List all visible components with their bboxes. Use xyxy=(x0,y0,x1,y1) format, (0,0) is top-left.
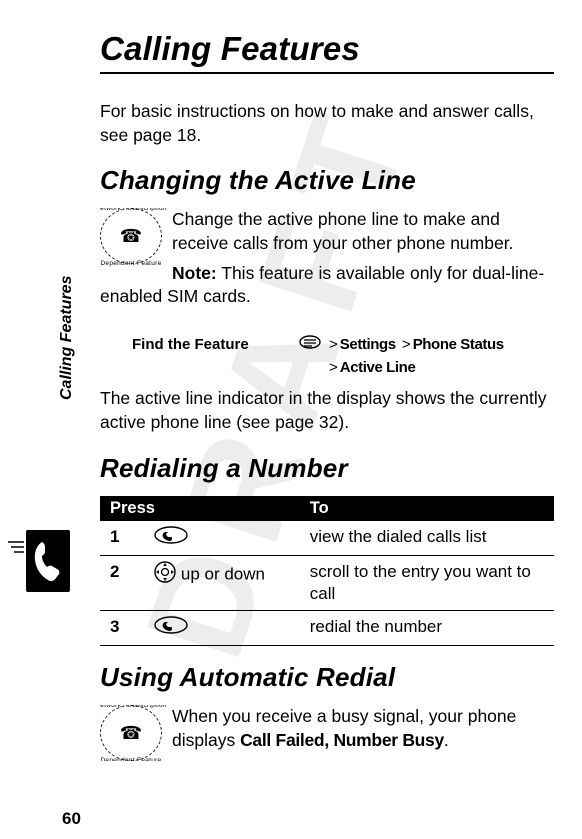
step-number: 1 xyxy=(100,521,144,556)
menu-item-phone-status: Phone Status xyxy=(413,336,504,353)
note-text: This feature is available only for dual-… xyxy=(100,263,544,307)
send-key-icon xyxy=(154,616,188,640)
section3-icon-paragraph: ☎ Network / Subscription Dependent Featu… xyxy=(100,705,554,761)
chapter-title: Calling Features xyxy=(100,30,554,68)
step-number: 3 xyxy=(100,610,144,645)
table-header-to: To xyxy=(300,496,554,521)
section1-icon-paragraph: ☎ Network / Subscription Dependent Featu… xyxy=(100,208,554,323)
section-title-automatic-redial: Using Automatic Redial xyxy=(100,662,554,693)
section1-para1: Change the active phone line to make and… xyxy=(100,208,554,255)
to-cell: scroll to the entry you want to call xyxy=(300,555,554,610)
chapter-title-rule xyxy=(100,72,554,74)
menu-key-icon xyxy=(295,333,327,380)
find-the-feature-path: >Settings >Phone Status >Active Line xyxy=(327,333,504,380)
section3-para: When you receive a busy signal, your pho… xyxy=(100,705,554,752)
section1-para2: The active line indicator in the display… xyxy=(100,387,554,434)
display-message-text: Call Failed, Number Busy xyxy=(240,730,444,750)
section-title-changing-active-line: Changing the Active Line xyxy=(100,165,554,196)
table-row: 2 up or down scroll to the entry you xyxy=(100,555,554,610)
table-header-press: Press xyxy=(100,496,300,521)
intro-paragraph: For basic instructions on how to make an… xyxy=(100,100,554,147)
menu-item-active-line: Active Line xyxy=(340,359,416,376)
section3-para-post: . xyxy=(444,730,449,750)
network-subscription-stamp-icon: ☎ Network / Subscription Dependent Featu… xyxy=(100,705,162,761)
redial-steps-table: Press To 1 view the dialed calls list xyxy=(100,496,554,646)
nav-key-icon xyxy=(154,561,176,589)
step-number: 2 xyxy=(100,555,144,610)
note-label: Note: xyxy=(172,263,217,283)
page-content: Calling Features For basic instructions … xyxy=(0,0,582,839)
to-cell: view the dialed calls list xyxy=(300,521,554,556)
table-row: 3 redial the number xyxy=(100,610,554,645)
find-the-feature-block: Find the Feature >Settings >Phone Status… xyxy=(100,333,554,380)
to-cell: redial the number xyxy=(300,610,554,645)
press-cell xyxy=(144,610,300,645)
menu-item-settings: Settings xyxy=(340,336,396,353)
section1-note: Note: This feature is available only for… xyxy=(100,262,554,309)
find-the-feature-label: Find the Feature xyxy=(100,333,295,380)
send-key-icon xyxy=(154,526,188,550)
press-cell: up or down xyxy=(144,555,300,610)
network-subscription-stamp-icon: ☎ Network / Subscription Dependent Featu… xyxy=(100,208,162,264)
section-title-redialing-a-number: Redialing a Number xyxy=(100,453,554,484)
press-cell xyxy=(144,521,300,556)
table-row: 1 view the dialed calls list xyxy=(100,521,554,556)
